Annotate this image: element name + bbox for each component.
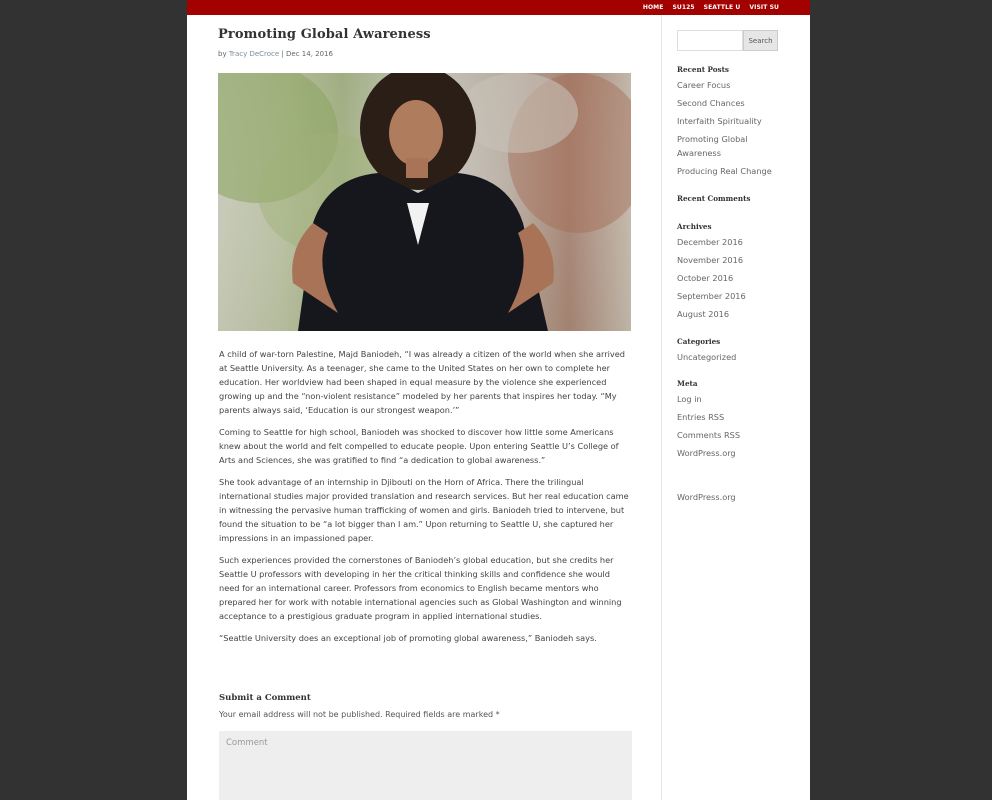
post-date: Dec 14, 2016 [286, 50, 333, 58]
nav-visit-su-link[interactable]: VISIT SU [749, 4, 779, 11]
post-paragraph-4: Such experiences provided the cornerston… [219, 555, 622, 621]
archive-link[interactable]: November 2016 [677, 253, 797, 267]
meta-prefix: by [218, 50, 229, 58]
search-button[interactable]: Search [743, 30, 778, 51]
author-link[interactable]: Tracy DeCroce [229, 50, 279, 58]
nav-su125-link[interactable]: SU125 [672, 4, 694, 11]
post-content: A child of war-torn Palestine, Majd Bani… [219, 347, 631, 653]
post-paragraph-2: Coming to Seattle for high school, Banio… [219, 427, 619, 465]
meta-separator: | [279, 50, 287, 58]
category-link[interactable]: Uncategorized [677, 350, 797, 364]
archive-link[interactable]: October 2016 [677, 271, 797, 285]
post-paragraph-1: A child of war-torn Palestine, Majd Bani… [219, 349, 625, 415]
recent-posts-title: Recent Posts [677, 65, 729, 74]
post-paragraph-5: “Seattle University does an exceptional … [219, 633, 597, 643]
meta-link[interactable]: WordPress.org [677, 446, 797, 460]
sidebar-divider [661, 15, 662, 800]
comment-note: Your email address will not be published… [219, 710, 500, 719]
meta-title: Meta [677, 379, 698, 388]
featured-photo-illustration [218, 73, 631, 331]
categories-list: Uncategorized [677, 350, 797, 368]
post-meta: by Tracy DeCroce | Dec 14, 2016 [218, 50, 333, 58]
wordpress-link[interactable]: WordPress.org [677, 490, 797, 504]
meta-link[interactable]: Comments RSS [677, 428, 797, 442]
recent-posts-list: Career Focus Second Chances Interfaith S… [677, 78, 797, 182]
nav-seattle-u-link[interactable]: SEATTLE U [704, 4, 741, 11]
meta-list: Log in Entries RSS Comments RSS WordPres… [677, 392, 797, 464]
post-title: Promoting Global Awareness [218, 27, 431, 42]
search-input[interactable] [677, 30, 743, 51]
archives-list: December 2016 November 2016 October 2016… [677, 235, 797, 325]
meta-link[interactable]: Log in [677, 392, 797, 406]
recent-post-link[interactable]: Interfaith Spirituality [677, 114, 797, 128]
recent-comments-title: Recent Comments [677, 194, 751, 203]
post-paragraph-3: She took advantage of an internship in D… [219, 477, 629, 543]
recent-post-link[interactable]: Second Chances [677, 96, 797, 110]
comment-placeholder: Comment [226, 738, 268, 748]
featured-image [218, 73, 631, 331]
meta-link[interactable]: Entries RSS [677, 410, 797, 424]
archive-link[interactable]: September 2016 [677, 289, 797, 303]
page-container: HOME SU125 SEATTLE U VISIT SU Promoting … [187, 0, 810, 800]
recent-post-link[interactable]: Promoting Global Awareness [677, 132, 757, 160]
top-bar: HOME SU125 SEATTLE U VISIT SU [187, 0, 810, 15]
top-nav: HOME SU125 SEATTLE U VISIT SU [643, 0, 779, 15]
archives-title: Archives [677, 222, 712, 231]
nav-home-link[interactable]: HOME [643, 4, 664, 11]
comment-heading: Submit a Comment [219, 693, 311, 703]
extra-links-list: WordPress.org [677, 490, 797, 508]
comment-textarea[interactable]: Comment [219, 731, 632, 800]
archive-link[interactable]: December 2016 [677, 235, 797, 249]
categories-title: Categories [677, 337, 721, 346]
recent-post-link[interactable]: Career Focus [677, 78, 797, 92]
archive-link[interactable]: August 2016 [677, 307, 797, 321]
recent-post-link[interactable]: Producing Real Change [677, 164, 797, 178]
